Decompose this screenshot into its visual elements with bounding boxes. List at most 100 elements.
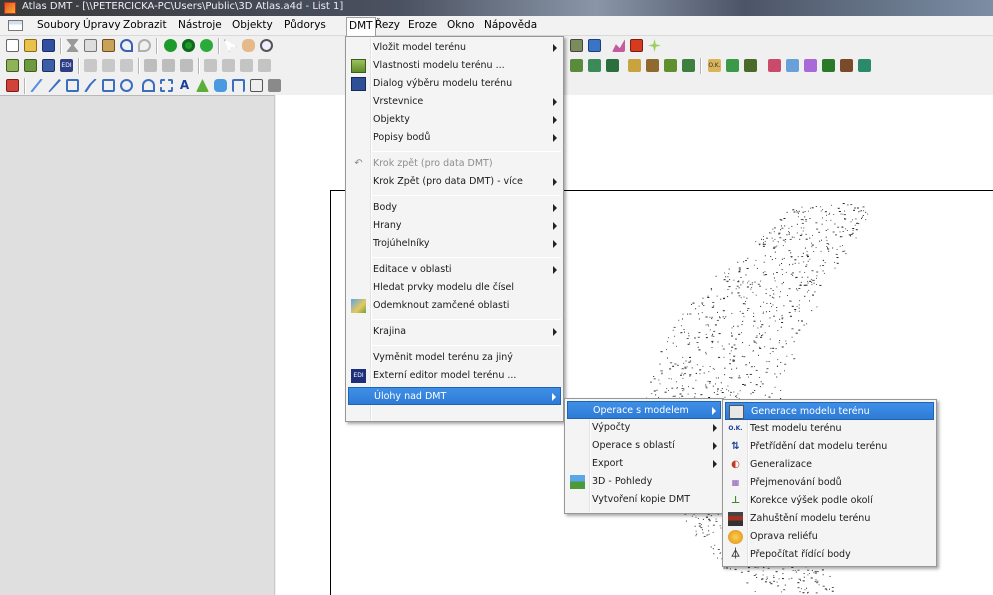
draw-tool-more-icon[interactable]: [268, 79, 281, 92]
dmt-tool-11-icon[interactable]: [726, 59, 739, 72]
circle-tool-icon[interactable]: [120, 79, 133, 92]
menu-item-prepocitat-ridici-body[interactable]: ⏃ Přepočítat řídící body: [725, 546, 934, 564]
ok-check-toolbar-icon[interactable]: O.K.: [708, 59, 721, 72]
dmt-tool-1-icon[interactable]: [6, 59, 19, 72]
edi-dmt-toolbar-icon[interactable]: EDI: [60, 59, 73, 72]
dmt-tool-10-icon[interactable]: [682, 59, 695, 72]
polyline-tool-icon[interactable]: [66, 79, 79, 92]
green-circle-icon[interactable]: [164, 39, 177, 52]
green-dot-icon[interactable]: [200, 39, 213, 52]
select-arrow-icon[interactable]: [224, 39, 237, 52]
menu-item-vytvoreni-kopie-dmt[interactable]: Vytvoření kopie DMT: [567, 491, 721, 509]
line-tool-2-icon[interactable]: [48, 79, 61, 92]
menu-item-test-modelu-terenu[interactable]: O.K. Test modelu terénu: [725, 420, 934, 438]
dmt-tool-8-icon[interactable]: [646, 59, 659, 72]
dmt-tool-6-icon[interactable]: [606, 59, 619, 72]
menu-item-objekty[interactable]: Objekty: [348, 111, 561, 129]
dmt-tool-7-icon[interactable]: [628, 59, 641, 72]
menu-okno[interactable]: Okno: [447, 19, 474, 31]
dmt-tool-13-icon[interactable]: [768, 59, 781, 72]
green-circle-filled-icon[interactable]: [182, 39, 195, 52]
menu-item-krok-zpet-vice[interactable]: Krok Zpět (pro data DMT) - více: [348, 173, 561, 191]
menu-item-vlastnosti-modelu-terenu[interactable]: Vlastnosti modelu terénu ...: [348, 57, 561, 75]
area-tool-icon[interactable]: [160, 79, 173, 92]
menu-rezy[interactable]: Řezy: [375, 19, 400, 31]
save-icon[interactable]: [42, 39, 55, 52]
menu-dmt[interactable]: DMT: [346, 17, 376, 36]
dmt-tool-9-icon[interactable]: [664, 59, 677, 72]
menu-eroze[interactable]: Eroze: [408, 19, 437, 31]
dimension-tool-icon[interactable]: [232, 79, 245, 92]
dmt-tool-16-icon[interactable]: [822, 59, 835, 72]
curve-tool-icon[interactable]: [142, 79, 155, 92]
menu-item-operace-s-modelem[interactable]: Operace s modelem: [567, 401, 721, 419]
new-file-icon[interactable]: [6, 39, 19, 52]
menu-objekty[interactable]: Objekty: [232, 19, 273, 31]
dmt-tool-18-icon[interactable]: [858, 59, 871, 72]
symbol-tool-icon[interactable]: [196, 79, 209, 92]
cut-icon[interactable]: [66, 39, 79, 52]
menu-nastroje[interactable]: Nástroje: [178, 19, 222, 31]
undo-icon[interactable]: [120, 39, 133, 52]
dmt-tool-5-icon[interactable]: [588, 59, 601, 72]
menu-item-ulohy-nad-dmt[interactable]: Úlohy nad DMT: [348, 387, 561, 405]
fill-tool-icon[interactable]: [214, 79, 227, 92]
toolbar-tool-2-icon[interactable]: [588, 39, 601, 52]
menu-item-zahusteni-modelu[interactable]: Zahuštění modelu terénu: [725, 510, 934, 528]
dmt-tool-14-icon[interactable]: [786, 59, 799, 72]
dmt-tool-12-icon[interactable]: [744, 59, 757, 72]
toolbar-tool-1-icon[interactable]: [570, 39, 583, 52]
arc-tool-icon[interactable]: [84, 79, 97, 92]
menu-item-hrany[interactable]: Hrany: [348, 217, 561, 235]
paste-icon[interactable]: [102, 39, 115, 52]
zoom-icon[interactable]: [260, 39, 273, 52]
terrain-point: [781, 346, 784, 348]
menu-item-generace-modelu-terenu[interactable]: Generace modelu terénu: [725, 402, 934, 420]
menu-item-3d-pohledy[interactable]: 3D - Pohledy: [567, 473, 721, 491]
text-tool-icon[interactable]: A: [178, 79, 191, 92]
menu-item-korekce-vysek[interactable]: ⊥ Korekce výšek podle okolí: [725, 492, 934, 510]
menu-item-operace-s-oblasti[interactable]: Operace s oblastí: [567, 437, 721, 455]
draw-tool-1-icon[interactable]: [6, 79, 19, 92]
rectangle-tool-icon[interactable]: [102, 79, 115, 92]
menu-pudorys[interactable]: Půdorys: [284, 19, 326, 31]
menu-item-vlozit-model-terenu[interactable]: Vložit model terénu: [348, 39, 561, 57]
menu-item-vymenit-model[interactable]: Vyměnit model terénu za jiný: [348, 349, 561, 367]
menu-item-vypocty[interactable]: Výpočty: [567, 419, 721, 437]
menu-item-hledat-prvky[interactable]: Hledat prvky modelu dle čísel: [348, 279, 561, 297]
menu-item-body[interactable]: Body: [348, 199, 561, 217]
document-window-icon[interactable]: [8, 20, 23, 31]
profile-icon[interactable]: [612, 39, 625, 52]
toolbar-tool-3-icon[interactable]: [630, 39, 643, 52]
menu-item-prejmenovani-bodu[interactable]: ▦ Přejmenování bodů: [725, 474, 934, 492]
dmt-tool-3-icon[interactable]: [42, 59, 55, 72]
menu-zobrazit[interactable]: Zobrazit: [123, 19, 167, 31]
frame-tool-icon[interactable]: [250, 79, 263, 92]
toolbar-tool-4-icon[interactable]: [648, 39, 661, 52]
line-tool-icon[interactable]: [30, 79, 43, 92]
dmt-tool-17-icon[interactable]: [840, 59, 853, 72]
menu-item-generalizace[interactable]: ◐ Generalizace: [725, 456, 934, 474]
menu-item-vrstevnice[interactable]: Vrstevnice: [348, 93, 561, 111]
pan-hand-icon[interactable]: [242, 39, 255, 52]
menu-item-externi-editor[interactable]: EDI Externí editor model terénu ...: [348, 367, 561, 385]
terrain-point: [773, 246, 775, 248]
menu-item-editace-v-oblasti[interactable]: Editace v oblasti: [348, 261, 561, 279]
dmt-tool-4-icon[interactable]: [570, 59, 583, 72]
copy-icon[interactable]: [84, 39, 97, 52]
menu-item-trojuhelniky[interactable]: Trojúhelníky: [348, 235, 561, 253]
menu-item-pretrideni-dat[interactable]: ⇅ Přetřídění dat modelu terénu: [725, 438, 934, 456]
menu-item-export[interactable]: Export: [567, 455, 721, 473]
dmt-tool-2-icon[interactable]: [24, 59, 37, 72]
redo-icon[interactable]: [138, 39, 151, 52]
menu-item-odemknout-oblasti[interactable]: Odemknout zamčené oblasti: [348, 297, 561, 315]
menu-upravy[interactable]: Úpravy: [83, 19, 121, 31]
dmt-tool-15-icon[interactable]: [804, 59, 817, 72]
menu-item-oprava-reliefu[interactable]: Oprava reliéfu: [725, 528, 934, 546]
menu-soubory[interactable]: Soubory: [37, 19, 80, 31]
menu-item-krajina[interactable]: Krajina: [348, 323, 561, 341]
open-folder-icon[interactable]: [24, 39, 37, 52]
menu-item-dialog-vyberu-modelu[interactable]: Dialog výběru modelu terénu: [348, 75, 561, 93]
menu-item-popisy-bodu[interactable]: Popisy bodů: [348, 129, 561, 147]
menu-napoveda[interactable]: Nápověda: [484, 19, 537, 31]
